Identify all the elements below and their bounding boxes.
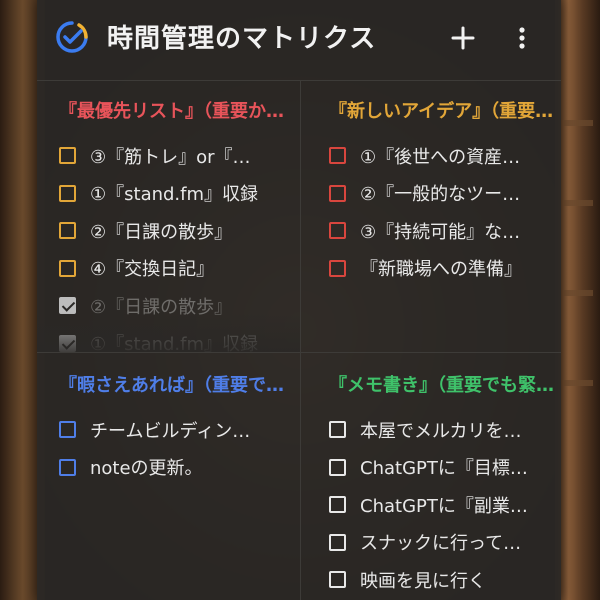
task-text: ④『交換日記』 — [90, 259, 215, 281]
wallpaper-right — [555, 0, 600, 600]
task-item[interactable]: ②『一般的なツー… — [329, 175, 522, 213]
add-task-button[interactable] — [445, 20, 481, 56]
task-item[interactable]: noteの更新。 — [59, 449, 250, 487]
task-item[interactable]: ④『交換日記』 — [59, 250, 258, 288]
task-text: ChatGPTに『目標… — [360, 458, 528, 480]
task-text: 映画を見に行く — [360, 570, 486, 592]
widget-title[interactable]: 時間管理のマトリクス — [107, 18, 376, 55]
quadrant-title[interactable]: 『暇さえあれば』（重要でない） — [59, 371, 284, 397]
task-text: ③『筋トレ』or『… — [90, 146, 251, 168]
list-fade — [37, 312, 300, 352]
task-item[interactable]: チームビルディン… — [59, 411, 250, 449]
quadrant-not-urgent-important: 『新しいアイデア』（重要だが緊急でない） ①『後世への資産… ②『一般的なツー… ③… — [301, 81, 561, 352]
task-list: チームビルディン… noteの更新。 — [59, 411, 250, 486]
task-item[interactable]: ②『日課の散歩』 — [59, 212, 258, 250]
task-checkbox[interactable] — [329, 147, 346, 165]
task-checkbox[interactable] — [329, 496, 346, 514]
task-text: 『新職場への準備』 — [360, 259, 522, 281]
task-text: ③『持続可能』な… — [360, 221, 521, 243]
task-text: ①『後世への資産… — [360, 146, 521, 168]
task-checkbox[interactable] — [329, 184, 346, 202]
task-checkbox[interactable] — [59, 184, 76, 202]
task-item[interactable]: ③『持続可能』な… — [329, 212, 522, 250]
task-item[interactable]: ③『筋トレ』or『… — [59, 137, 258, 175]
task-item[interactable]: ①『後世への資産… — [329, 137, 522, 175]
task-checkbox[interactable] — [329, 259, 346, 277]
more-menu-button[interactable] — [507, 20, 537, 56]
task-item[interactable]: 本屋でメルカリを… — [329, 411, 528, 449]
task-checkbox[interactable] — [329, 458, 346, 476]
matrix-widget: 時間管理のマトリクス 『最優先リスト』（重要かつ緊急） ③『筋トレ』or『… ①『… — [37, 0, 561, 600]
task-checkbox[interactable] — [329, 222, 346, 240]
task-text: ChatGPTに『副業… — [360, 495, 528, 517]
task-checkbox[interactable] — [59, 458, 76, 476]
task-text: ②『日課の散歩』 — [90, 221, 233, 243]
task-item[interactable]: ①『stand.fm』収録 — [59, 175, 258, 213]
task-checkbox[interactable] — [59, 259, 76, 277]
quadrant-not-urgent-not-important: 『メモ書き』（重要でも緊急でもない） 本屋でメルカリを… ChatGPTに『目標…… — [301, 353, 561, 600]
quadrant-urgent-not-important: 『暇さえあれば』（重要でない） チームビルディン… noteの更新。 — [37, 353, 300, 600]
task-item[interactable]: ChatGPTに『目標… — [329, 449, 528, 487]
task-checkbox[interactable] — [59, 147, 76, 165]
app-logo-icon — [56, 21, 88, 53]
task-checkbox[interactable] — [329, 533, 346, 551]
quadrant-title[interactable]: 『最優先リスト』（重要かつ緊急） — [59, 97, 284, 123]
task-checkbox[interactable] — [59, 421, 76, 439]
task-item[interactable]: 映画を見に行く — [329, 561, 528, 599]
task-text: スナックに行って… — [360, 533, 522, 555]
task-text: noteの更新。 — [90, 458, 203, 480]
quadrant-urgent-important: 『最優先リスト』（重要かつ緊急） ③『筋トレ』or『… ①『stand.fm』収録… — [37, 81, 300, 352]
quadrant-title[interactable]: 『メモ書き』（重要でも緊急でもない） — [329, 371, 554, 397]
task-list: ①『後世への資産… ②『一般的なツー… ③『持続可能』な… 『新職場への準備』 — [329, 137, 522, 287]
task-item[interactable]: ChatGPTに『副業… — [329, 486, 528, 524]
widget-header: 時間管理のマトリクス — [37, 0, 561, 78]
task-checkbox[interactable] — [329, 421, 346, 439]
task-text: チームビルディン… — [90, 420, 251, 442]
task-text: ②『一般的なツー… — [360, 184, 521, 206]
quadrant-title[interactable]: 『新しいアイデア』（重要だが緊急でない） — [329, 97, 554, 123]
task-item[interactable]: スナックに行って… — [329, 524, 528, 562]
task-text: ①『stand.fm』収録 — [90, 184, 259, 206]
task-checkbox[interactable] — [329, 571, 346, 589]
task-text: 本屋でメルカリを… — [360, 420, 522, 442]
task-item[interactable]: 『新職場への準備』 — [329, 250, 522, 288]
task-list: 本屋でメルカリを… ChatGPTに『目標… ChatGPTに『副業… スナックに行っ… — [329, 411, 528, 599]
task-checkbox[interactable] — [59, 222, 76, 240]
